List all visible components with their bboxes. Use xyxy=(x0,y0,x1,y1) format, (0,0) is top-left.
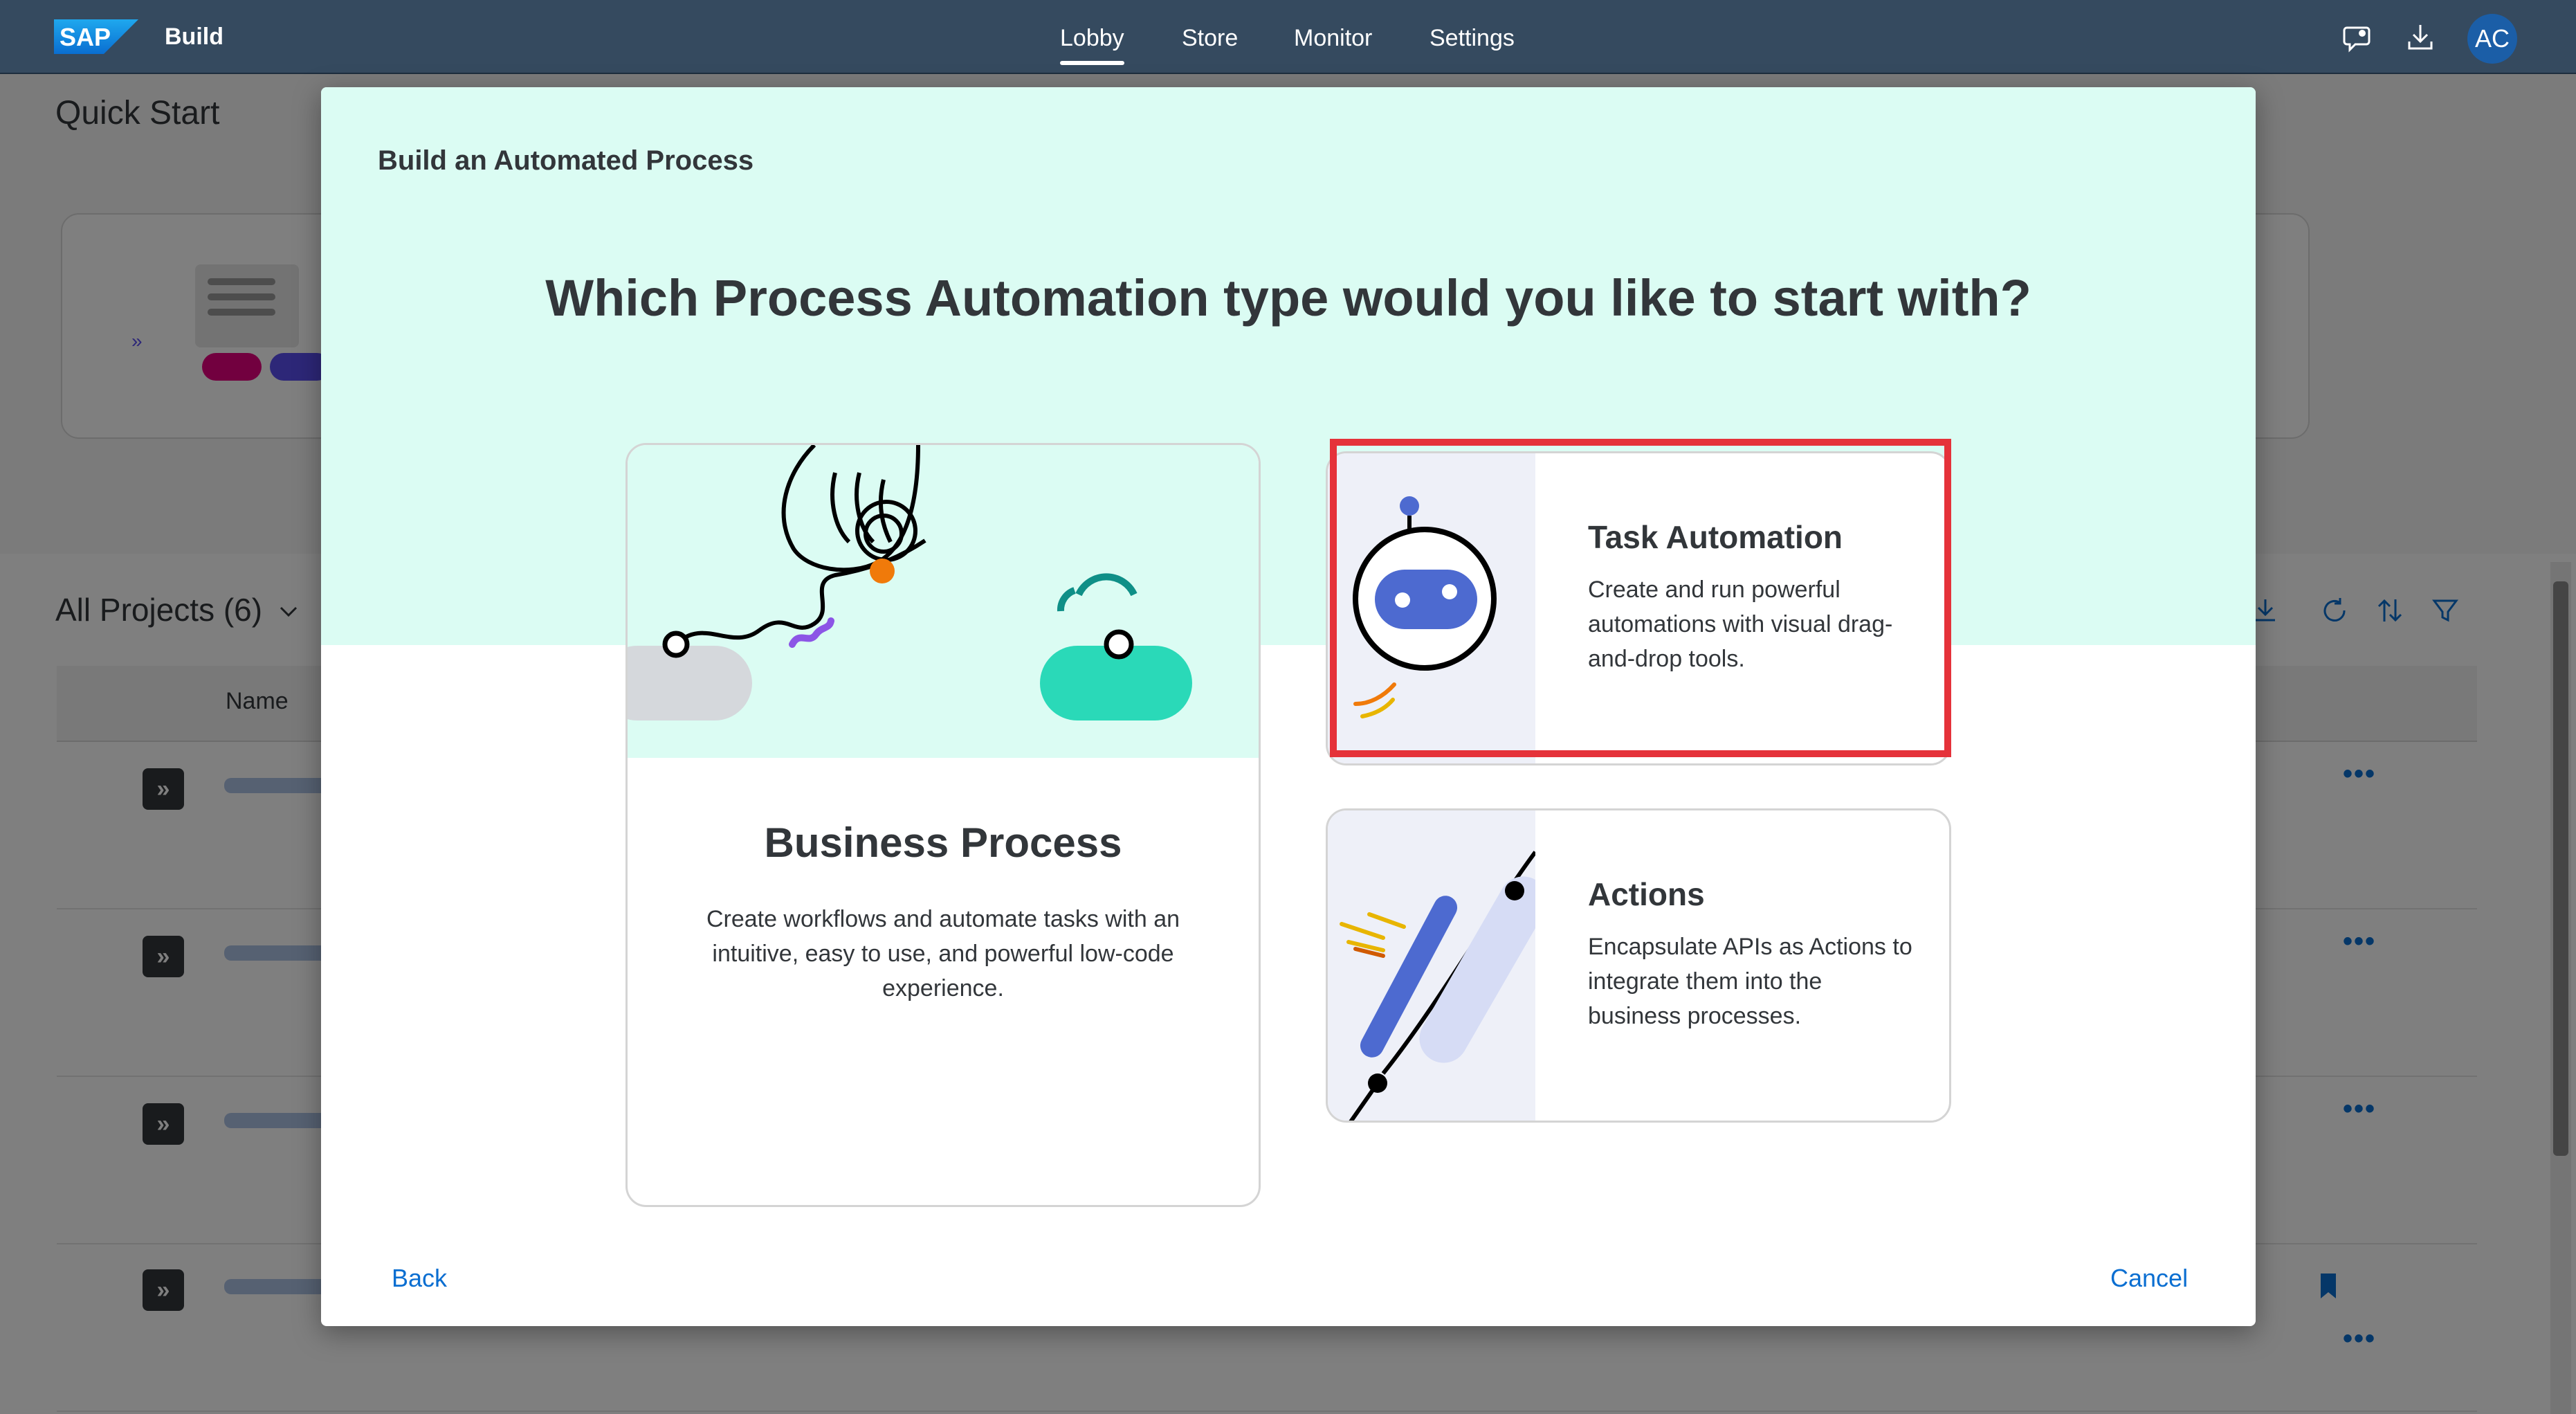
business-process-illustration xyxy=(628,445,1259,758)
user-avatar[interactable]: AC xyxy=(2467,14,2517,64)
svg-text:SAP: SAP xyxy=(60,23,111,51)
hand-drag-icon xyxy=(628,445,1192,720)
actions-illustration xyxy=(1328,810,1548,1121)
nav-lobby[interactable]: Lobby xyxy=(1060,25,1124,65)
business-process-card[interactable]: Business Process Create workflows and au… xyxy=(625,443,1261,1207)
task-automation-title: Task Automation xyxy=(1588,519,1843,555)
shell-bar: SAP Build Lobby Store Monitor Settings A… xyxy=(0,0,2576,74)
task-automation-card[interactable]: Task Automation Create and run powerful … xyxy=(1326,451,1951,765)
dialog-title: Build an Automated Process xyxy=(378,145,754,176)
back-button[interactable]: Back xyxy=(392,1264,447,1293)
business-process-description: Create workflows and automate tasks with… xyxy=(706,906,1180,1001)
robot-icon xyxy=(1353,496,1497,718)
actions-title: Actions xyxy=(1588,876,1705,912)
nav-settings[interactable]: Settings xyxy=(1429,25,1515,52)
nav-store[interactable]: Store xyxy=(1182,25,1238,52)
feedback-icon[interactable] xyxy=(2341,21,2375,54)
sap-logo[interactable]: SAP xyxy=(54,19,138,54)
cancel-button[interactable]: Cancel xyxy=(2110,1264,2188,1293)
business-process-title: Business Process xyxy=(764,819,1122,866)
process-type-dialog: Build an Automated Process Which Process… xyxy=(321,87,2256,1326)
actions-card[interactable]: Actions Encapsulate APIs as Actions to i… xyxy=(1326,808,1951,1123)
task-automation-illustration xyxy=(1328,453,1535,763)
actions-description: Encapsulate APIs as Actions to integrate… xyxy=(1588,934,1912,1029)
dialog-question: Which Process Automation type would you … xyxy=(545,269,2031,327)
connector-icon xyxy=(1340,851,1548,1121)
download-icon[interactable] xyxy=(2404,21,2437,54)
nav-monitor[interactable]: Monitor xyxy=(1294,25,1372,52)
product-name: Build xyxy=(165,24,223,50)
task-automation-description: Create and run powerful automations with… xyxy=(1588,577,1893,672)
